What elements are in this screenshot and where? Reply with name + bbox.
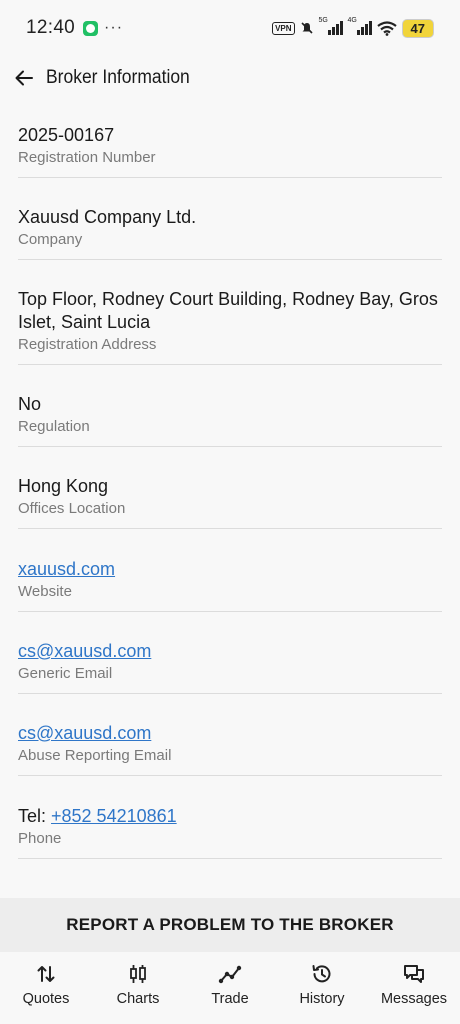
back-arrow-icon[interactable] — [14, 68, 34, 88]
tab-messages-label: Messages — [380, 991, 448, 1007]
app-header: Broker Information — [0, 56, 460, 100]
offices-location-label: Offices Location — [18, 500, 126, 517]
arrows-up-down-icon — [37, 966, 55, 982]
candlestick-icon — [130, 965, 146, 983]
tab-charts-label: Charts — [116, 991, 160, 1007]
tab-charts[interactable]: Charts — [92, 952, 184, 1024]
info-item-registration-number: 2025-00167 Registration Number — [18, 108, 442, 178]
trade-line-icon — [218, 965, 242, 984]
tab-quotes-label: Quotes — [22, 991, 70, 1007]
bottom-tab-bar: Quotes Charts Trade History Messages — [0, 952, 460, 1024]
tab-history[interactable]: History — [276, 952, 368, 1024]
regulation-value: No — [18, 394, 42, 414]
messages-icon — [404, 965, 424, 983]
tab-history-label: History — [299, 991, 345, 1007]
info-item-regulation: No Regulation — [18, 365, 442, 447]
registration-number-label: Registration Number — [18, 149, 156, 166]
status-time: 12:40 — [26, 17, 76, 38]
registration-address-label: Registration Address — [18, 336, 157, 353]
battery-indicator: 47 — [401, 18, 434, 38]
mute-icon — [300, 22, 313, 34]
website-link[interactable]: xauusd.com — [18, 559, 115, 579]
wifi-icon — [376, 20, 397, 36]
status-indicators: VPN 5G 4G 47 — [272, 17, 434, 38]
offices-location-value: Hong Kong — [18, 476, 109, 496]
signal-5g-icon: 5G — [319, 17, 343, 35]
status-bar: 12:40 ··· VPN 5G 4G 47 — [0, 0, 460, 56]
phone-prefix: Tel: — [18, 806, 52, 826]
message-app-icon — [83, 20, 99, 36]
broker-info-list: 2025-00167 Registration Number Xauusd Co… — [18, 108, 442, 859]
info-item-company: Xauusd Company Ltd. Company — [18, 178, 442, 260]
generic-email-link[interactable]: cs@xauusd.com — [18, 641, 151, 661]
signal-4g-icon: 4G — [348, 17, 372, 35]
info-item-website: xauusd.com Website — [18, 529, 442, 612]
page-title: Broker Information — [46, 67, 190, 88]
info-item-generic-email: cs@xauusd.com Generic Email — [18, 612, 442, 694]
report-problem-label: REPORT A PROBLEM TO THE BROKER — [66, 915, 394, 934]
info-item-phone: Tel: +852 54210861 Phone — [18, 776, 442, 859]
info-item-registration-address: Top Floor, Rodney Court Building, Rodney… — [18, 260, 442, 365]
report-problem-button[interactable]: REPORT A PROBLEM TO THE BROKER — [0, 898, 460, 952]
info-item-abuse-email: cs@xauusd.com Abuse Reporting Email — [18, 694, 442, 776]
tab-trade[interactable]: Trade — [184, 952, 276, 1024]
company-value: Xauusd Company Ltd. — [18, 207, 197, 227]
phone-label: Phone — [18, 830, 62, 847]
more-notifications-icon: ··· — [104, 19, 124, 36]
vpn-icon: VPN — [272, 21, 295, 35]
tab-messages[interactable]: Messages — [368, 952, 460, 1024]
tab-trade-label: Trade — [211, 991, 249, 1007]
registration-address-value: Top Floor, Rodney Court Building, Rodney… — [18, 289, 438, 332]
generic-email-label: Generic Email — [18, 665, 113, 682]
regulation-label: Regulation — [18, 418, 90, 435]
tab-quotes[interactable]: Quotes — [0, 952, 92, 1024]
abuse-email-link[interactable]: cs@xauusd.com — [18, 723, 151, 743]
website-label: Website — [18, 583, 72, 600]
registration-number-value: 2025-00167 — [18, 125, 115, 145]
company-label: Company — [18, 231, 83, 248]
phone-link[interactable]: +852 54210861 — [51, 806, 177, 826]
history-clock-icon — [312, 965, 331, 983]
info-item-offices-location: Hong Kong Offices Location — [18, 447, 442, 529]
abuse-email-label: Abuse Reporting Email — [18, 747, 172, 764]
